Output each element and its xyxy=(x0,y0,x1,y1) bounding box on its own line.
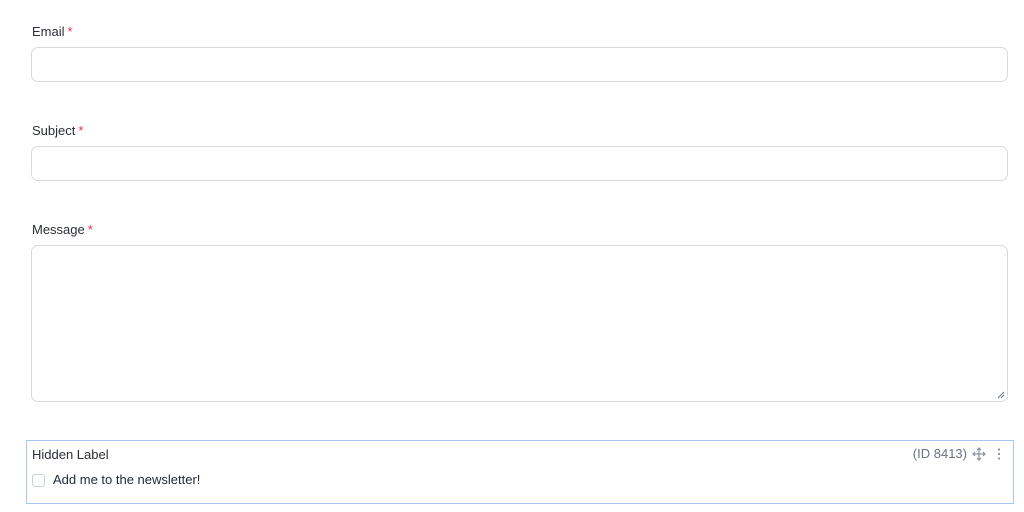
message-required-mark: * xyxy=(87,222,93,237)
email-label: Email * xyxy=(32,24,73,40)
field-id: (ID 8413) xyxy=(912,446,967,461)
field-meta: (ID 8413) xyxy=(913,446,1007,462)
email-label-text: Email xyxy=(32,24,65,39)
subject-required-mark: * xyxy=(78,123,84,138)
vertical-dots-icon[interactable] xyxy=(991,446,1007,462)
email-field[interactable] xyxy=(31,47,1008,82)
newsletter-field-block[interactable]: Hidden Label (ID 8413) Add me to the new… xyxy=(26,440,1014,504)
email-required-mark: * xyxy=(67,24,73,39)
newsletter-checkbox-label: Add me to the newsletter! xyxy=(53,472,201,487)
subject-label-text: Subject xyxy=(32,123,76,138)
message-label: Message * xyxy=(32,222,93,238)
hidden-label: Hidden Label xyxy=(32,447,109,462)
move-icon[interactable] xyxy=(971,446,987,462)
subject-label: Subject * xyxy=(32,123,83,139)
contact-form: Email * Subject * Message * Hidden Label (I… xyxy=(0,0,1024,512)
newsletter-checkbox-row[interactable]: Add me to the newsletter! xyxy=(32,472,200,488)
newsletter-checkbox[interactable] xyxy=(32,473,45,487)
resize-grip-icon[interactable] xyxy=(997,391,1005,399)
subject-field[interactable] xyxy=(31,146,1008,181)
message-label-text: Message xyxy=(32,222,85,237)
message-textarea[interactable] xyxy=(31,245,1008,402)
